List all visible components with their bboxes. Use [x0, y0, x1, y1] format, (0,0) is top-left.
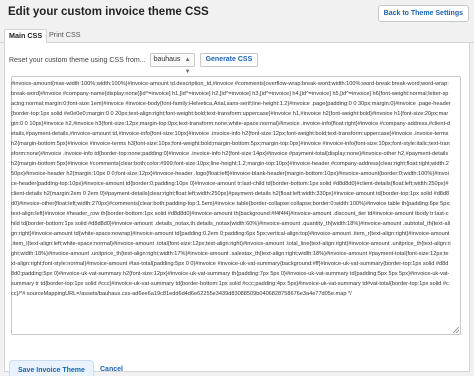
css-editor-content: #invoice-amount{max-width:100%;width:100… — [11, 81, 451, 297]
theme-select-value: bauhaus — [153, 56, 181, 63]
page-title: Edit your custom invoice theme CSS — [8, 6, 209, 18]
reset-theme-row: Reset your custom theme using CSS from..… — [9, 53, 259, 75]
tab-print-css[interactable]: Print CSS — [45, 29, 85, 43]
back-to-theme-settings-button[interactable]: Back to Theme Settings — [377, 5, 469, 22]
generate-css-button[interactable]: Generate CSS — [199, 53, 259, 67]
page-header: Edit your custom invoice theme CSS Back … — [0, 0, 474, 26]
tab-main-css[interactable]: Main CSS — [4, 29, 48, 43]
form-footer: Save Invoice Theme Cancel — [5, 338, 469, 376]
cancel-link[interactable]: Cancel — [100, 366, 123, 373]
reset-label: Reset your custom theme using CSS from..… — [9, 56, 146, 64]
theme-select[interactable]: bauhaus ▲ ▼ — [149, 53, 195, 75]
chevron-up-down-icon: ▲ ▼ — [184, 57, 191, 75]
save-invoice-theme-button[interactable]: Save Invoice Theme — [9, 360, 94, 376]
css-tabs: Main CSS Print CSS — [0, 26, 474, 43]
resize-handle-icon[interactable] — [453, 327, 459, 333]
